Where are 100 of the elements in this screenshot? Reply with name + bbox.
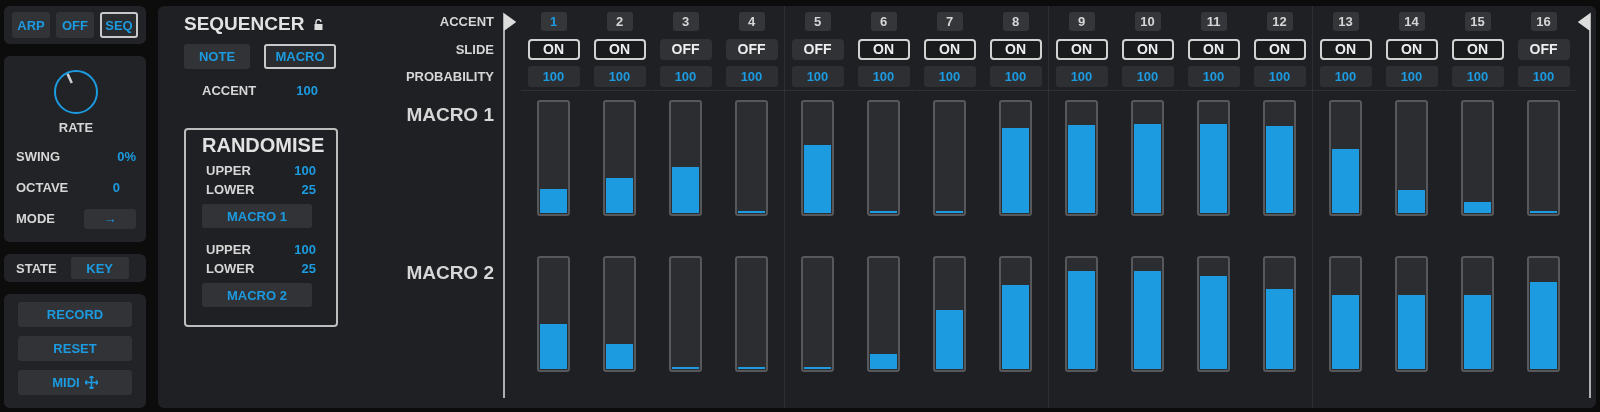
mode-tab[interactable]: ARP xyxy=(12,12,50,38)
probability-value[interactable]: 100 xyxy=(1451,65,1504,87)
step-number[interactable]: 10 xyxy=(1134,11,1161,31)
step-number[interactable]: 3 xyxy=(672,11,699,31)
probability-value[interactable]: 100 xyxy=(1517,65,1570,87)
step-number[interactable]: 11 xyxy=(1200,11,1227,31)
probability-value[interactable]: 100 xyxy=(791,65,844,87)
macro-slider[interactable] xyxy=(537,100,570,216)
macro-slider[interactable] xyxy=(537,256,570,372)
macro-slider[interactable] xyxy=(867,100,900,216)
step-number[interactable]: 5 xyxy=(804,11,831,31)
probability-value[interactable]: 100 xyxy=(593,65,646,87)
macro-slider[interactable] xyxy=(999,100,1032,216)
step-number[interactable]: 16 xyxy=(1530,11,1557,31)
macro-slider[interactable] xyxy=(1263,256,1296,372)
slide-toggle[interactable]: OFF xyxy=(1517,38,1570,60)
macro-slider[interactable] xyxy=(1527,100,1560,216)
param-value[interactable]: 0 xyxy=(112,180,120,195)
slide-toggle[interactable]: ON xyxy=(1055,38,1108,60)
mode-button[interactable]: → xyxy=(84,208,136,229)
macro-slider[interactable] xyxy=(1131,100,1164,216)
slide-toggle[interactable]: ON xyxy=(1121,38,1174,60)
macro-slider[interactable] xyxy=(1527,256,1560,372)
slide-toggle[interactable]: ON xyxy=(1451,38,1504,60)
action-button[interactable]: RECORD xyxy=(18,302,132,327)
state-button[interactable]: KEY xyxy=(70,257,129,279)
upper-value[interactable]: 100 xyxy=(294,163,316,178)
probability-value[interactable]: 100 xyxy=(989,65,1042,87)
macro-slider[interactable] xyxy=(1461,100,1494,216)
step-number[interactable]: 15 xyxy=(1464,11,1491,31)
slide-toggle[interactable]: ON xyxy=(1187,38,1240,60)
slide-toggle[interactable]: OFF xyxy=(659,38,712,60)
slide-toggle[interactable]: ON xyxy=(857,38,910,60)
macro-slider[interactable] xyxy=(933,100,966,216)
macro-slider[interactable] xyxy=(801,100,834,216)
macro-slider[interactable] xyxy=(669,100,702,216)
slide-toggle[interactable]: ON xyxy=(593,38,646,60)
probability-value[interactable]: 100 xyxy=(857,65,910,87)
macro-slider[interactable] xyxy=(1461,256,1494,372)
lower-value[interactable]: 25 xyxy=(301,182,316,197)
step-number[interactable]: 2 xyxy=(606,11,633,31)
step-number[interactable]: 1 xyxy=(540,11,567,31)
macro-slider[interactable] xyxy=(1065,256,1098,372)
step-number[interactable]: 8 xyxy=(1002,11,1029,31)
macro-slider[interactable] xyxy=(1197,256,1230,372)
macro-slider[interactable] xyxy=(933,256,966,372)
step-number[interactable]: 6 xyxy=(870,11,897,31)
slide-toggle[interactable]: OFF xyxy=(725,38,778,60)
rate-knob[interactable] xyxy=(52,68,100,116)
macro-slider[interactable] xyxy=(1131,256,1164,372)
macro-slider[interactable] xyxy=(867,256,900,372)
macro-slider[interactable] xyxy=(1263,100,1296,216)
step-number[interactable]: 7 xyxy=(936,11,963,31)
step-number[interactable]: 13 xyxy=(1332,11,1359,31)
macro-slider[interactable] xyxy=(1329,100,1362,216)
probability-value[interactable]: 100 xyxy=(1385,65,1438,87)
macro-slider[interactable] xyxy=(603,256,636,372)
macro-slider[interactable] xyxy=(669,256,702,372)
slide-toggle[interactable]: ON xyxy=(1385,38,1438,60)
macro-slider[interactable] xyxy=(1329,256,1362,372)
slide-toggle[interactable]: OFF xyxy=(791,38,844,60)
macro-slider[interactable] xyxy=(1395,256,1428,372)
mode-tab[interactable]: OFF xyxy=(56,12,94,38)
lock-icon[interactable] xyxy=(314,18,324,30)
upper-value[interactable]: 100 xyxy=(294,242,316,257)
macro-slider[interactable] xyxy=(735,256,768,372)
probability-value[interactable]: 100 xyxy=(527,65,580,87)
macro-slider[interactable] xyxy=(801,256,834,372)
macro-slider[interactable] xyxy=(1197,100,1230,216)
macro-slider[interactable] xyxy=(1395,100,1428,216)
action-button[interactable]: RESET xyxy=(18,336,132,361)
step-number[interactable]: 4 xyxy=(738,11,765,31)
slide-toggle[interactable]: ON xyxy=(923,38,976,60)
slide-toggle[interactable]: ON xyxy=(1253,38,1306,60)
slide-toggle[interactable]: ON xyxy=(989,38,1042,60)
macro-slider[interactable] xyxy=(735,100,768,216)
probability-value[interactable]: 100 xyxy=(1121,65,1174,87)
param-value[interactable]: 0% xyxy=(117,149,136,164)
view-tab[interactable]: MACRO xyxy=(264,44,336,69)
lower-value[interactable]: 25 xyxy=(301,261,316,276)
randomise-button[interactable]: MACRO 1 xyxy=(202,204,312,228)
mode-tab[interactable]: SEQ xyxy=(100,12,138,38)
view-tab[interactable]: NOTE xyxy=(184,44,250,69)
step-number[interactable]: 12 xyxy=(1266,11,1293,31)
probability-value[interactable]: 100 xyxy=(725,65,778,87)
probability-value[interactable]: 100 xyxy=(923,65,976,87)
slide-toggle[interactable]: ON xyxy=(1319,38,1372,60)
probability-value[interactable]: 100 xyxy=(1319,65,1372,87)
macro-slider[interactable] xyxy=(1065,100,1098,216)
slide-toggle[interactable]: ON xyxy=(527,38,580,60)
action-button[interactable]: MIDI xyxy=(18,370,132,395)
probability-value[interactable]: 100 xyxy=(1253,65,1306,87)
probability-value[interactable]: 100 xyxy=(1055,65,1108,87)
macro-slider[interactable] xyxy=(603,100,636,216)
randomise-button[interactable]: MACRO 2 xyxy=(202,283,312,307)
step-number[interactable]: 9 xyxy=(1068,11,1095,31)
probability-value[interactable]: 100 xyxy=(659,65,712,87)
macro-slider[interactable] xyxy=(999,256,1032,372)
accent-value[interactable]: 100 xyxy=(296,83,318,98)
probability-value[interactable]: 100 xyxy=(1187,65,1240,87)
